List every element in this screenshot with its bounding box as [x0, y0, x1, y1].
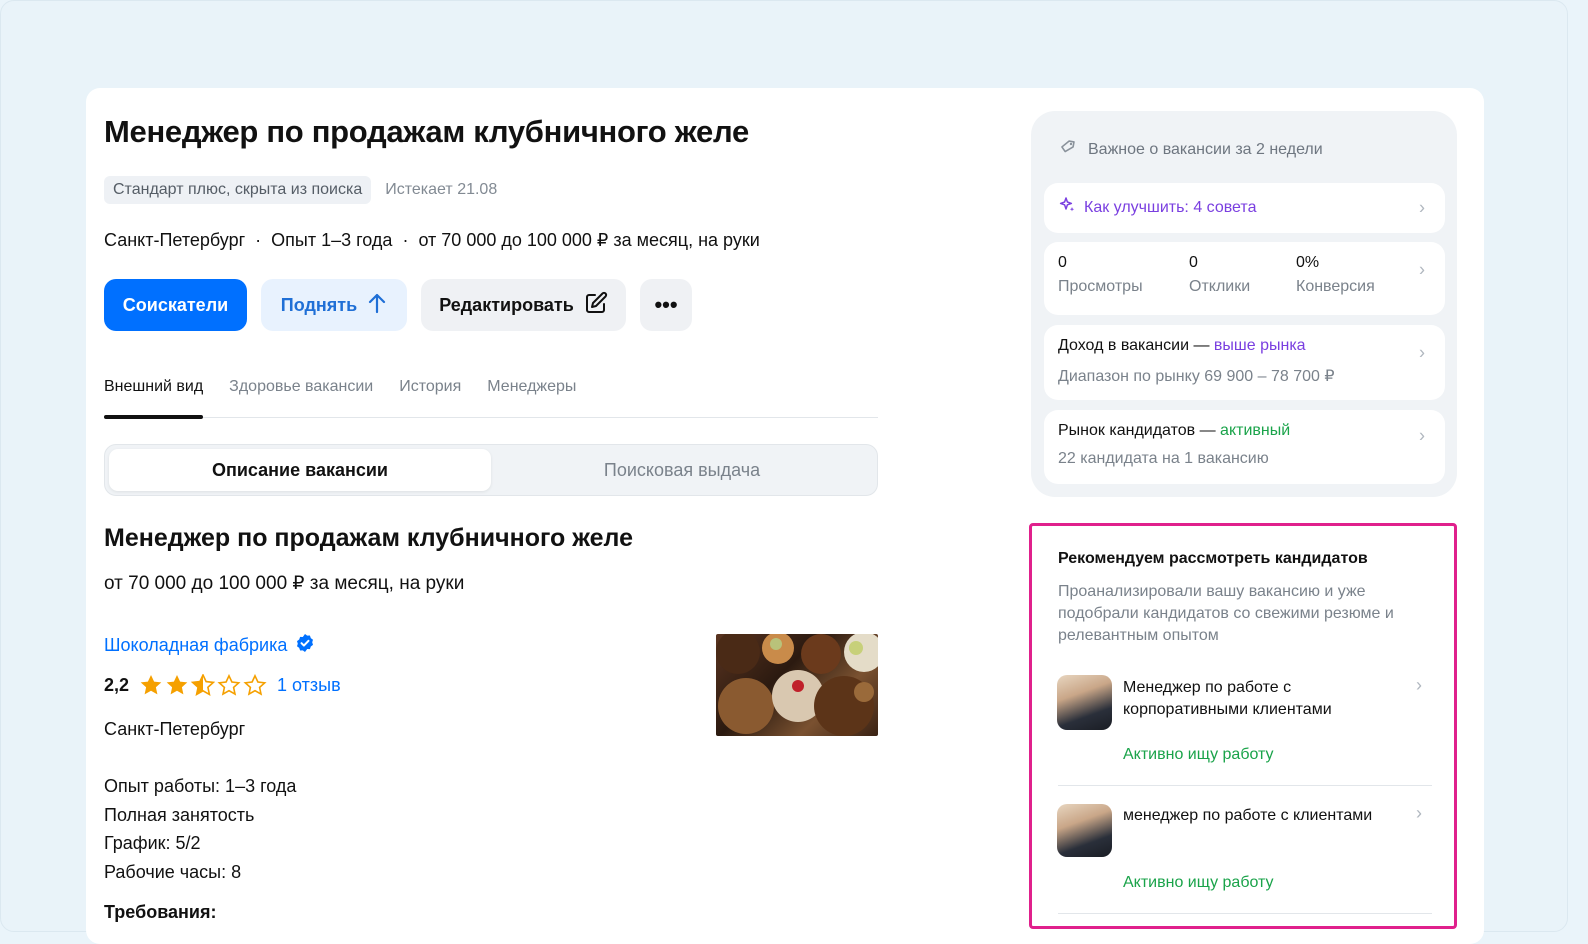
chevron-right-icon: ›: [1416, 675, 1422, 695]
divider: [1058, 913, 1432, 914]
chevron-right-icon: ›: [1419, 197, 1425, 218]
chevron-right-icon: ›: [1419, 259, 1425, 280]
income-range: Диапазон по рынку 69 900 – 78 700 ₽: [1058, 368, 1335, 385]
meta-salary: от 70 000 до 100 000 ₽ за месяц, на руки: [418, 230, 760, 250]
income-tile[interactable]: Доход в вакансии — выше рынка Диапазон п…: [1044, 325, 1445, 400]
avatar: [1057, 675, 1112, 730]
stat-conversion: 0% Конверсия: [1296, 254, 1375, 296]
stat-conversion-label: Конверсия: [1296, 278, 1375, 295]
verified-icon: [295, 633, 315, 658]
edit-button-label: Редактировать: [439, 294, 574, 315]
arrow-up-icon: [367, 292, 387, 319]
candidate-card[interactable]: Менеджер по работе с корпоративными клие…: [1057, 675, 1432, 765]
separator-dot: ·: [402, 230, 409, 250]
company-rating: 2,2 1 отзыв: [104, 674, 341, 696]
tab-appearance[interactable]: Внешний вид: [104, 374, 204, 419]
candidate-name: менеджер по работе с клиентами: [1123, 807, 1373, 824]
star-full-icon: [140, 675, 162, 695]
star-half-icon: [191, 674, 216, 696]
segment-search-results[interactable]: Поисковая выдача: [491, 449, 873, 491]
status-badge: Стандарт плюс, скрыта из поиска: [104, 176, 372, 204]
market-tile[interactable]: Рынок кандидатов — активный 22 кандидата…: [1044, 410, 1445, 484]
company-name: Шоколадная фабрика: [104, 635, 288, 655]
tag-icon: [1058, 137, 1078, 162]
view-switcher: Описание вакансии Поисковая выдача: [104, 444, 878, 496]
market-status: активный: [1220, 422, 1291, 439]
stat-views-value: 0: [1058, 254, 1067, 271]
star-empty-icon: [243, 674, 267, 696]
candidate-card[interactable]: менеджер по работе с клиентами Активно и…: [1057, 803, 1432, 893]
star-empty-icon: [217, 674, 241, 696]
segment-description[interactable]: Описание вакансии: [109, 449, 491, 491]
star-full-icon: [166, 675, 188, 695]
market-sub: 22 кандидата на 1 вакансию: [1058, 450, 1269, 467]
company-photo: [716, 634, 878, 736]
meta-city: Санкт-Петербург: [104, 230, 246, 250]
insights-header: Важное о вакансии за 2 недели: [1058, 137, 1323, 162]
stat-conversion-value: 0%: [1296, 254, 1320, 271]
rating-value: 2,2: [104, 674, 130, 695]
chevron-right-icon: ›: [1419, 342, 1425, 363]
candidate-status: Активно ищу работу: [1123, 746, 1274, 763]
job-details: Опыт работы: 1–3 года Полная занятость Г…: [104, 772, 296, 886]
detail-hours: Рабочие часы: 8: [104, 861, 242, 882]
market-title-label: Рынок кандидатов —: [1058, 422, 1216, 439]
expires-label: Истекает 21.08: [385, 181, 498, 198]
pencil-icon: [584, 291, 608, 320]
company-link[interactable]: Шоколадная фабрика: [104, 633, 315, 658]
stat-views: 0 Просмотры: [1058, 254, 1189, 296]
raise-button-label: Поднять: [280, 294, 358, 315]
badge-row: Стандарт плюс, скрыта из поиска Истекает…: [104, 176, 497, 204]
detail-schedule: График: 5/2: [104, 833, 201, 853]
edit-button[interactable]: Редактировать: [421, 279, 626, 331]
separator-dot: ·: [255, 230, 262, 250]
detail-employment: Полная занятость: [104, 804, 255, 825]
preview-title: Менеджер по продажам клубничного желе: [104, 524, 634, 552]
applicants-button[interactable]: Соискатели: [104, 279, 247, 331]
stat-responses-value: 0: [1189, 254, 1198, 271]
improve-label: Как улучшить: 4 совета: [1084, 198, 1257, 216]
detail-experience: Опыт работы: 1–3 года: [104, 776, 297, 796]
raise-button[interactable]: Поднять: [261, 279, 407, 331]
action-bar: Соискатели Поднять Редактировать •••: [104, 279, 692, 331]
income-title: Доход в вакансии — выше рынка: [1058, 337, 1306, 355]
more-icon: •••: [654, 292, 678, 317]
vacancy-meta: Санкт-Петербург · Опыт 1–3 года · от 70 …: [104, 230, 760, 251]
more-button[interactable]: •••: [640, 279, 692, 331]
recommend-title: Рекомендуем рассмотреть кандидатов: [1058, 550, 1368, 567]
insights-header-label: Важное о вакансии за 2 недели: [1088, 140, 1323, 158]
improve-link: Как улучшить: 4 совета: [1058, 196, 1256, 219]
tab-managers[interactable]: Менеджеры: [487, 374, 576, 417]
vacancy-title: Менеджер по продажам клубничного желе: [104, 114, 749, 149]
tab-vacancy-health[interactable]: Здоровье вакансии: [229, 374, 373, 417]
rating-stars: [139, 674, 267, 696]
sparkle-icon: [1058, 196, 1076, 219]
stats-row: 0 Просмотры 0 Отклики 0% Конверсия: [1058, 254, 1375, 296]
requirements-heading: Требования:: [104, 902, 217, 922]
preview-salary: от 70 000 до 100 000 ₽ за месяц, на руки: [104, 573, 465, 594]
stat-responses: 0 Отклики: [1189, 254, 1296, 296]
candidate-name: Менеджер по работе с корпоративными клие…: [1123, 679, 1332, 718]
recommend-description: Проанализировали вашу вакансию и уже под…: [1058, 583, 1394, 644]
stats-tile[interactable]: 0 Просмотры 0 Отклики 0% Конверсия ›: [1044, 242, 1445, 315]
improve-tile[interactable]: Как улучшить: 4 совета ›: [1044, 183, 1445, 233]
market-title: Рынок кандидатов — активный: [1058, 422, 1290, 440]
reviews-link[interactable]: 1 отзыв: [277, 675, 341, 696]
stat-views-label: Просмотры: [1058, 278, 1143, 295]
avatar: [1057, 804, 1112, 857]
applicants-button-label: Соискатели: [122, 294, 229, 315]
income-title-label: Доход в вакансии —: [1058, 337, 1210, 354]
income-status: выше рынка: [1213, 337, 1306, 354]
candidate-status: Активно ищу работу: [1123, 874, 1274, 891]
tab-history[interactable]: История: [399, 374, 461, 417]
chevron-right-icon: ›: [1419, 425, 1425, 446]
meta-experience: Опыт 1–3 года: [271, 230, 393, 250]
divider: [1058, 785, 1432, 786]
chevron-right-icon: ›: [1416, 803, 1422, 823]
tab-bar: Внешний вид Здоровье вакансии История Ме…: [104, 374, 878, 419]
preview-city: Санкт-Петербург: [104, 719, 246, 739]
stat-responses-label: Отклики: [1189, 278, 1251, 295]
